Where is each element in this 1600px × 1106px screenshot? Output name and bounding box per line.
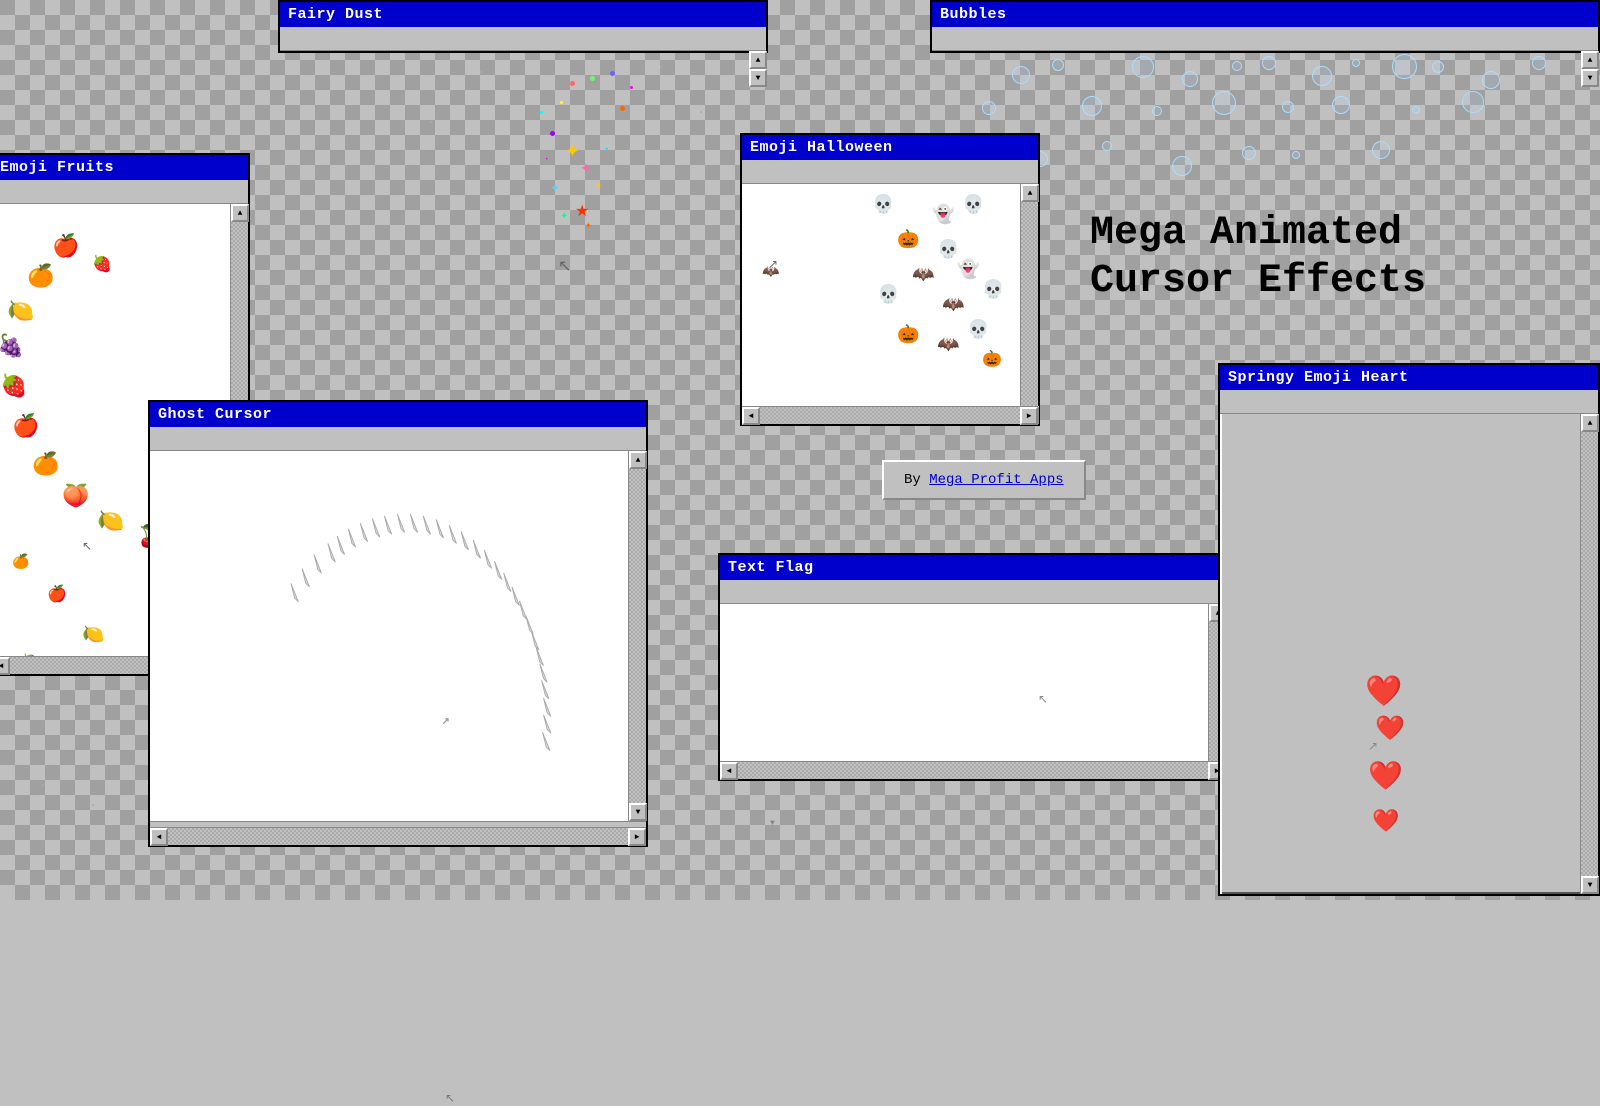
emoji-fruits-title: Emoji Fruits [0,159,114,176]
springy-heart-titlebar: Springy Emoji Heart [1220,365,1598,390]
window-ghost-cursor: Ghost Cursor [148,400,648,847]
scroll-left-btn[interactable]: ◄ [150,828,168,846]
text-flag-title: Text Flag [728,559,814,576]
scroll-up-btn[interactable]: ▲ [629,451,647,469]
bubbles-titlebar: Bubbles [932,2,1598,27]
by-text: By [904,472,929,488]
scroll-up-btn[interactable]: ▲ [749,51,767,69]
scroll-track-h[interactable] [168,828,628,845]
ghost-cursor-subbar [150,427,646,451]
bubbles-title: Bubbles [940,6,1007,23]
ghost-scrollbar-v[interactable]: ▲ ▼ [628,451,646,821]
window-text-flag: Text Flag s h o p n o w shop now [718,553,1228,781]
springy-heart-title: Springy Emoji Heart [1228,369,1409,386]
mega-profit-btn[interactable]: By Mega Profit Apps [882,460,1086,500]
mega-title: Mega Animated Cursor Effects [1090,210,1426,306]
emoji-halloween-titlebar: Emoji Halloween [742,135,1038,160]
scroll-down-btn[interactable]: ▼ [1581,69,1599,87]
fairy-dust-subbar [280,27,766,51]
scroll-down-btn[interactable]: ▼ [749,69,767,87]
emoji-halloween-title: Emoji Halloween [750,139,893,156]
emoji-fruits-titlebar: Emoji Fruits [0,155,248,180]
scroll-up-btn[interactable]: ▲ [1581,51,1599,69]
scroll-up-btn[interactable]: ▲ [231,204,249,222]
scroll-track[interactable] [1021,202,1038,406]
scroll-left-btn[interactable]: ◄ [720,762,738,780]
ghost-scrollbar-h[interactable]: ◄ ► [150,827,646,845]
emoji-fruits-subbar [0,180,248,204]
scroll-down-btn[interactable]: ▼ [629,803,647,821]
window-emoji-halloween: Emoji Halloween 💀 👻 💀 🎃 💀 🦇 👻 💀 🦇 💀 🎃 🦇 … [740,133,1040,426]
fairy-dust-titlebar: Fairy Dust [280,2,766,27]
ghost-canvas: ↗ ↖ [150,451,628,821]
heart-scrollbar-v[interactable]: ▲ ▼ [1580,414,1598,894]
window-springy-heart: Springy Emoji Heart ❤️ ❤️ ❤️ ❤️ ↗ ▲ ▼ [1218,363,1600,896]
scroll-left-btn[interactable]: ◄ [0,657,10,675]
emoji-halloween-subbar [742,160,1038,184]
svg-text:↗: ↗ [442,716,450,727]
scroll-track[interactable] [1581,432,1598,876]
text-flag-canvas: s h o p n o w shop now ↖ [720,604,1208,761]
mega-profit-link[interactable]: Mega Profit Apps [929,472,1063,488]
scroll-track-h[interactable] [760,407,1020,424]
bubbles-subbar [932,27,1598,51]
scroll-right-btn[interactable]: ► [628,828,646,846]
halloween-scrollbar-h[interactable]: ◄ ► [742,406,1038,424]
scroll-up-btn[interactable]: ▲ [1021,184,1039,202]
text-flag-scrollbar-h[interactable]: ◄ ► [720,761,1226,779]
halloween-scrollbar-v[interactable]: ▲ ▼ [1020,184,1038,424]
ghost-cursor-title: Ghost Cursor [158,406,272,423]
text-flag-svg: shop now [720,604,1208,761]
text-flag-titlebar: Text Flag [720,555,1226,580]
scroll-down-btn[interactable]: ▼ [1581,876,1599,894]
halloween-canvas: 💀 👻 💀 🎃 💀 🦇 👻 💀 🦇 💀 🎃 🦇 💀 🦇 🎃 ↗ [742,184,1020,424]
scroll-track-h[interactable] [738,762,1208,779]
scroll-right-btn[interactable]: ► [1020,407,1038,425]
window-bubbles: Bubbles [930,0,1600,53]
scroll-track[interactable] [629,469,646,803]
window-fairy-dust: Fairy Dust ✦ ✦ ✦ ★ ✦ ✦ • • ✦ [278,0,768,53]
text-flag-subbar [720,580,1226,604]
springy-heart-subbar [1220,390,1598,414]
scroll-up-btn[interactable]: ▲ [1581,414,1599,432]
ghost-cursor-titlebar: Ghost Cursor [150,402,646,427]
scroll-left-btn[interactable]: ◄ [742,407,760,425]
fairy-dust-title: Fairy Dust [288,6,383,23]
ghost-trail-svg: ↗ [150,451,628,821]
heart-canvas: ❤️ ❤️ ❤️ ❤️ ↗ [1220,414,1580,894]
